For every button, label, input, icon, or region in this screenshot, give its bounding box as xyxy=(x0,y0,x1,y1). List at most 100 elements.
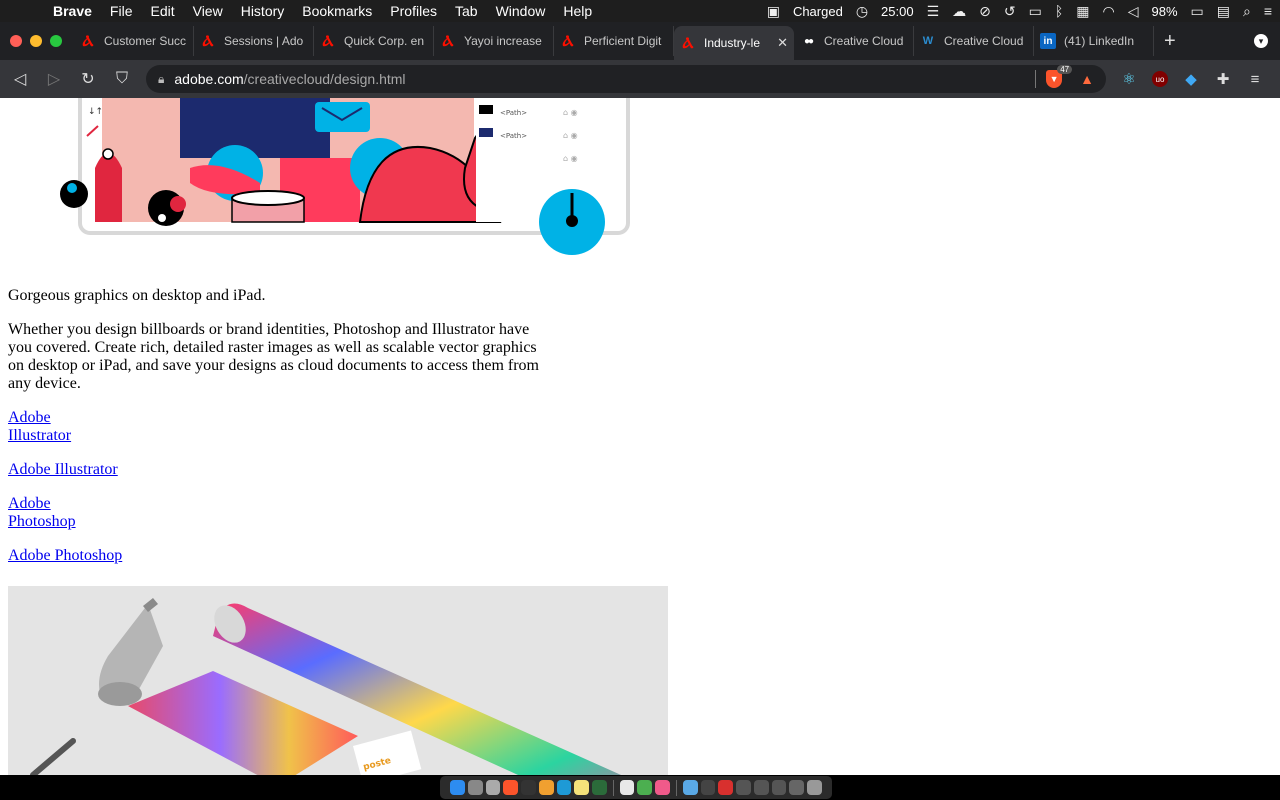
reload-icon[interactable]: ↻ xyxy=(78,69,98,89)
page-viewport[interactable]: <Path> <Path> ⌂ ◉ ⌂ ◉ ⌂ ◉ ↓↑ Gorgeous gr… xyxy=(0,98,1280,775)
menu-help[interactable]: Help xyxy=(554,3,601,19)
activity-monitor-icon[interactable] xyxy=(592,780,607,795)
react-devtools-icon[interactable]: ⚛ xyxy=(1120,70,1138,88)
timer-text[interactable]: 25:00 xyxy=(881,4,914,19)
tab-title: Perficient Digit xyxy=(584,34,662,48)
menu-view[interactable]: View xyxy=(184,3,232,19)
chrome-icon[interactable] xyxy=(637,780,653,795)
macos-dock xyxy=(440,776,832,799)
sublime-text-icon[interactable] xyxy=(538,780,554,795)
lock-icon[interactable]: 🔒︎ xyxy=(158,72,164,87)
terminal-icon[interactable] xyxy=(521,780,536,795)
tab-title: (41) LinkedIn xyxy=(1064,34,1135,48)
do-not-disturb-icon[interactable]: ⊘ xyxy=(979,3,991,20)
tab-creative-cloud-wp[interactable]: W Creative Cloud xyxy=(914,26,1034,56)
forward-icon[interactable]: ▷ xyxy=(44,69,64,89)
window-thumbnail-icon[interactable] xyxy=(771,780,787,795)
shield-count-badge: 47 xyxy=(1057,65,1073,74)
close-tab-icon[interactable]: ✕ xyxy=(777,35,788,51)
keyboard-icon[interactable]: ▦ xyxy=(1076,3,1089,20)
brave-browser-icon[interactable] xyxy=(503,780,518,795)
finder-icon[interactable] xyxy=(450,780,465,795)
downloads-folder-icon[interactable] xyxy=(682,780,698,795)
minimize-window-button[interactable] xyxy=(30,35,42,47)
stack-icon[interactable]: ☰ xyxy=(927,3,940,20)
close-window-button[interactable] xyxy=(10,35,22,47)
tab-search-icon[interactable]: ▾ xyxy=(1254,34,1268,48)
tab-linkedin[interactable]: in (41) LinkedIn xyxy=(1034,26,1154,56)
wp-icon: W xyxy=(922,35,934,47)
music-icon[interactable] xyxy=(655,780,670,795)
layer-label: <Path> xyxy=(500,109,527,117)
ipad-illustration-image: <Path> <Path> ⌂ ◉ ⌂ ◉ ⌂ ◉ ↓↑ xyxy=(60,98,630,255)
tab-sessions-adobe[interactable]: Ⲁ Sessions | Ado xyxy=(194,26,314,56)
vscode-icon[interactable] xyxy=(556,780,572,795)
illustrator-image-link[interactable]: Adobe Illustrator xyxy=(8,409,88,445)
tab-creative-cloud-medium[interactable]: ●● Creative Cloud xyxy=(794,26,914,56)
window-thumbnail-icon[interactable] xyxy=(753,780,769,795)
brave-rewards-icon[interactable]: ▲ xyxy=(1080,71,1094,87)
launchpad-icon[interactable] xyxy=(467,780,483,795)
spotlight-search-icon[interactable]: ⌕ xyxy=(1243,3,1251,20)
url-host: adobe.com xyxy=(174,71,244,87)
bookmark-icon[interactable]: ⛉ xyxy=(112,70,132,88)
airplay-icon[interactable]: ▭ xyxy=(1029,3,1042,20)
menu-tab[interactable]: Tab xyxy=(446,3,487,19)
extensions-puzzle-icon[interactable]: ✚ xyxy=(1214,70,1232,88)
dock-divider xyxy=(675,779,677,796)
url-path: /creativecloud/design.html xyxy=(243,71,406,87)
pdf-document-icon[interactable] xyxy=(718,780,734,795)
system-preferences-icon[interactable] xyxy=(485,780,501,795)
gem-extension-icon[interactable]: ◆ xyxy=(1182,70,1200,88)
address-bar-divider xyxy=(1035,70,1037,88)
tab-industry-leading-active[interactable]: Ⲁ Industry-le ✕ xyxy=(674,26,794,60)
battery-plug-icon[interactable]: ▣ xyxy=(767,3,780,20)
menu-history[interactable]: History xyxy=(232,3,294,19)
tab-quick-corp[interactable]: Ⲁ Quick Corp. en xyxy=(314,26,434,56)
us-flag-icon[interactable]: ▤ xyxy=(1217,3,1230,20)
back-icon[interactable]: ◁ xyxy=(10,69,30,89)
photoshop-image-link[interactable]: Adobe Photoshop xyxy=(8,495,88,531)
tab-customer-success[interactable]: Ⲁ Customer Succ xyxy=(74,26,194,56)
trash-icon[interactable] xyxy=(807,780,822,795)
volume-icon[interactable]: ◁ xyxy=(1128,3,1139,20)
new-tab-button[interactable]: + xyxy=(1164,30,1176,53)
control-center-icon[interactable]: ≡ xyxy=(1264,3,1272,19)
timer-icon[interactable]: ◷ xyxy=(856,3,868,20)
adobe-icon: Ⲁ xyxy=(202,32,214,50)
menu-edit[interactable]: Edit xyxy=(141,3,183,19)
browser-menu-icon[interactable]: ≡ xyxy=(1246,71,1264,88)
notes-icon[interactable] xyxy=(574,780,589,795)
illustrator-text-link[interactable]: Adobe Illustrator xyxy=(8,461,118,479)
cloud-icon[interactable]: ☁ xyxy=(952,3,966,20)
dock-area xyxy=(0,775,1280,800)
tab-title: Industry-le xyxy=(704,36,761,50)
bluetooth-icon[interactable]: ᛒ xyxy=(1055,3,1063,19)
address-bar[interactable]: 🔒︎ adobe.com/creativecloud/design.html ▼… xyxy=(146,65,1106,93)
menu-bookmarks[interactable]: Bookmarks xyxy=(293,3,381,19)
menu-window[interactable]: Window xyxy=(487,3,555,19)
battery-icon[interactable]: ▭ xyxy=(1191,3,1204,20)
adobe-icon: Ⲁ xyxy=(82,32,94,50)
battery-percent-text[interactable]: 98% xyxy=(1151,4,1177,19)
tab-yayoi[interactable]: Ⲁ Yayoi increase xyxy=(434,26,554,56)
menu-app-name[interactable]: Brave xyxy=(44,3,101,19)
wifi-icon[interactable]: ◠ xyxy=(1102,3,1114,20)
photoshop-text-link[interactable]: Adobe Photoshop xyxy=(8,547,122,565)
calendar-icon[interactable] xyxy=(619,780,635,795)
window-thumbnail-icon[interactable] xyxy=(789,780,805,795)
zoom-window-button[interactable] xyxy=(50,35,62,47)
battery-status-text[interactable]: Charged xyxy=(793,4,843,19)
window-thumbnail-icon[interactable] xyxy=(700,780,716,795)
macos-menu-bar: Brave File Edit View History Bookmarks P… xyxy=(0,0,1280,22)
menu-profiles[interactable]: Profiles xyxy=(381,3,446,19)
window-thumbnail-icon[interactable] xyxy=(736,780,751,795)
menu-file[interactable]: File xyxy=(101,3,142,19)
adobe-icon: Ⲁ xyxy=(442,32,454,50)
tab-perficient[interactable]: Ⲁ Perficient Digit xyxy=(554,26,674,56)
svg-text:⌂ ◉: ⌂ ◉ xyxy=(563,131,578,140)
ublock-icon[interactable]: uo xyxy=(1152,71,1168,87)
brave-shield-icon[interactable]: ▼ 47 xyxy=(1046,65,1073,88)
time-machine-icon[interactable]: ↺ xyxy=(1004,3,1016,20)
tab-title: Yayoi increase xyxy=(464,34,542,48)
